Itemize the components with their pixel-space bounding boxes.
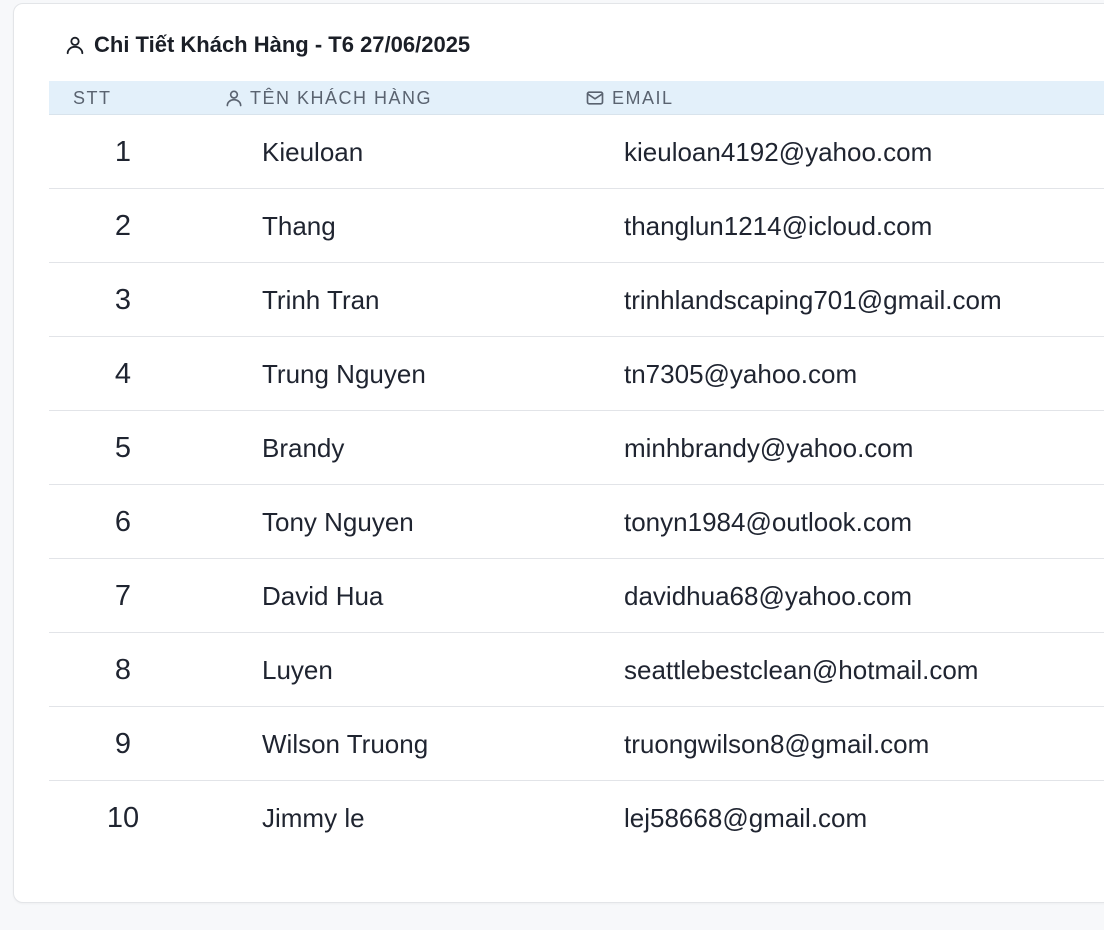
table-row[interactable]: 10 Jimmy le lej58668@gmail.com [49,781,1104,855]
customer-email[interactable]: trinhlandscaping701@gmail.com [624,263,1002,337]
customer-name: Thang [262,210,336,241]
column-header-name[interactable]: TÊN KHÁCH HÀNG [224,81,432,115]
column-header-email-label: EMAIL [612,87,674,108]
column-header-email[interactable]: EMAIL [584,81,674,115]
table-row[interactable]: 9 Wilson Truong truongwilson8@gmail.com [49,707,1104,781]
row-index: 4 [114,357,132,390]
user-icon [64,34,86,56]
table-row[interactable]: 4 Trung Nguyen tn7305@yahoo.com [49,337,1104,411]
customer-email[interactable]: seattlebestclean@hotmail.com [624,633,978,707]
customer-name: Wilson Truong [262,728,429,759]
table-row[interactable]: 3 Trinh Tran trinhlandscaping701@gmail.c… [49,263,1104,337]
customer-name: Luyen [262,654,333,685]
table-header: STT TÊN KHÁCH HÀNG EMAIL [49,81,1104,115]
customer-name: Jimmy le [262,802,365,833]
row-index: 6 [114,505,132,538]
customer-name: Trinh Tran [262,284,380,315]
customer-name: Brandy [262,432,345,463]
table-row[interactable]: 8 Luyen seattlebestclean@hotmail.com [49,633,1104,707]
customer-name: Kieuloan [262,136,364,167]
mail-icon [584,88,606,108]
table-row[interactable]: 1 Kieuloan kieuloan4192@yahoo.com [49,115,1104,189]
customer-name: David Hua [262,580,384,611]
panel-header: Chi Tiết Khách Hàng - T6 27/06/2025 [64,32,470,58]
customer-email[interactable]: truongwilson8@gmail.com [624,707,929,781]
column-header-stt-label: STT [73,87,112,108]
table-row[interactable]: 5 Brandy minhbrandy@yahoo.com [49,411,1104,485]
row-index: 8 [114,653,132,686]
customer-email[interactable]: lej58668@gmail.com [624,781,867,855]
customer-email[interactable]: davidhua68@yahoo.com [624,559,912,633]
row-index: 9 [114,727,132,760]
customer-email[interactable]: minhbrandy@yahoo.com [624,411,913,485]
customer-name: Tony Nguyen [262,506,414,537]
column-header-stt[interactable]: STT [73,81,112,115]
row-index: 1 [114,135,132,168]
user-icon [224,88,244,108]
customer-email[interactable]: tn7305@yahoo.com [624,337,857,411]
panel-title: Chi Tiết Khách Hàng - T6 27/06/2025 [94,32,471,57]
table-row[interactable]: 7 David Hua davidhua68@yahoo.com [49,559,1104,633]
customer-email[interactable]: thanglun1214@icloud.com [624,189,932,263]
customer-name: Trung Nguyen [262,358,426,389]
row-index: 10 [106,801,140,834]
customer-email[interactable]: kieuloan4192@yahoo.com [624,115,932,189]
row-index: 2 [114,209,132,242]
column-header-name-label: TÊN KHÁCH HÀNG [250,87,433,108]
table-body: 1 Kieuloan kieuloan4192@yahoo.com 2 Than… [49,115,1104,855]
row-index: 5 [114,431,132,464]
table-row[interactable]: 6 Tony Nguyen tonyn1984@outlook.com [49,485,1104,559]
table-row[interactable]: 2 Thang thanglun1214@icloud.com [49,189,1104,263]
row-index: 7 [114,579,132,612]
row-index: 3 [114,283,132,316]
customer-email[interactable]: tonyn1984@outlook.com [624,485,912,559]
